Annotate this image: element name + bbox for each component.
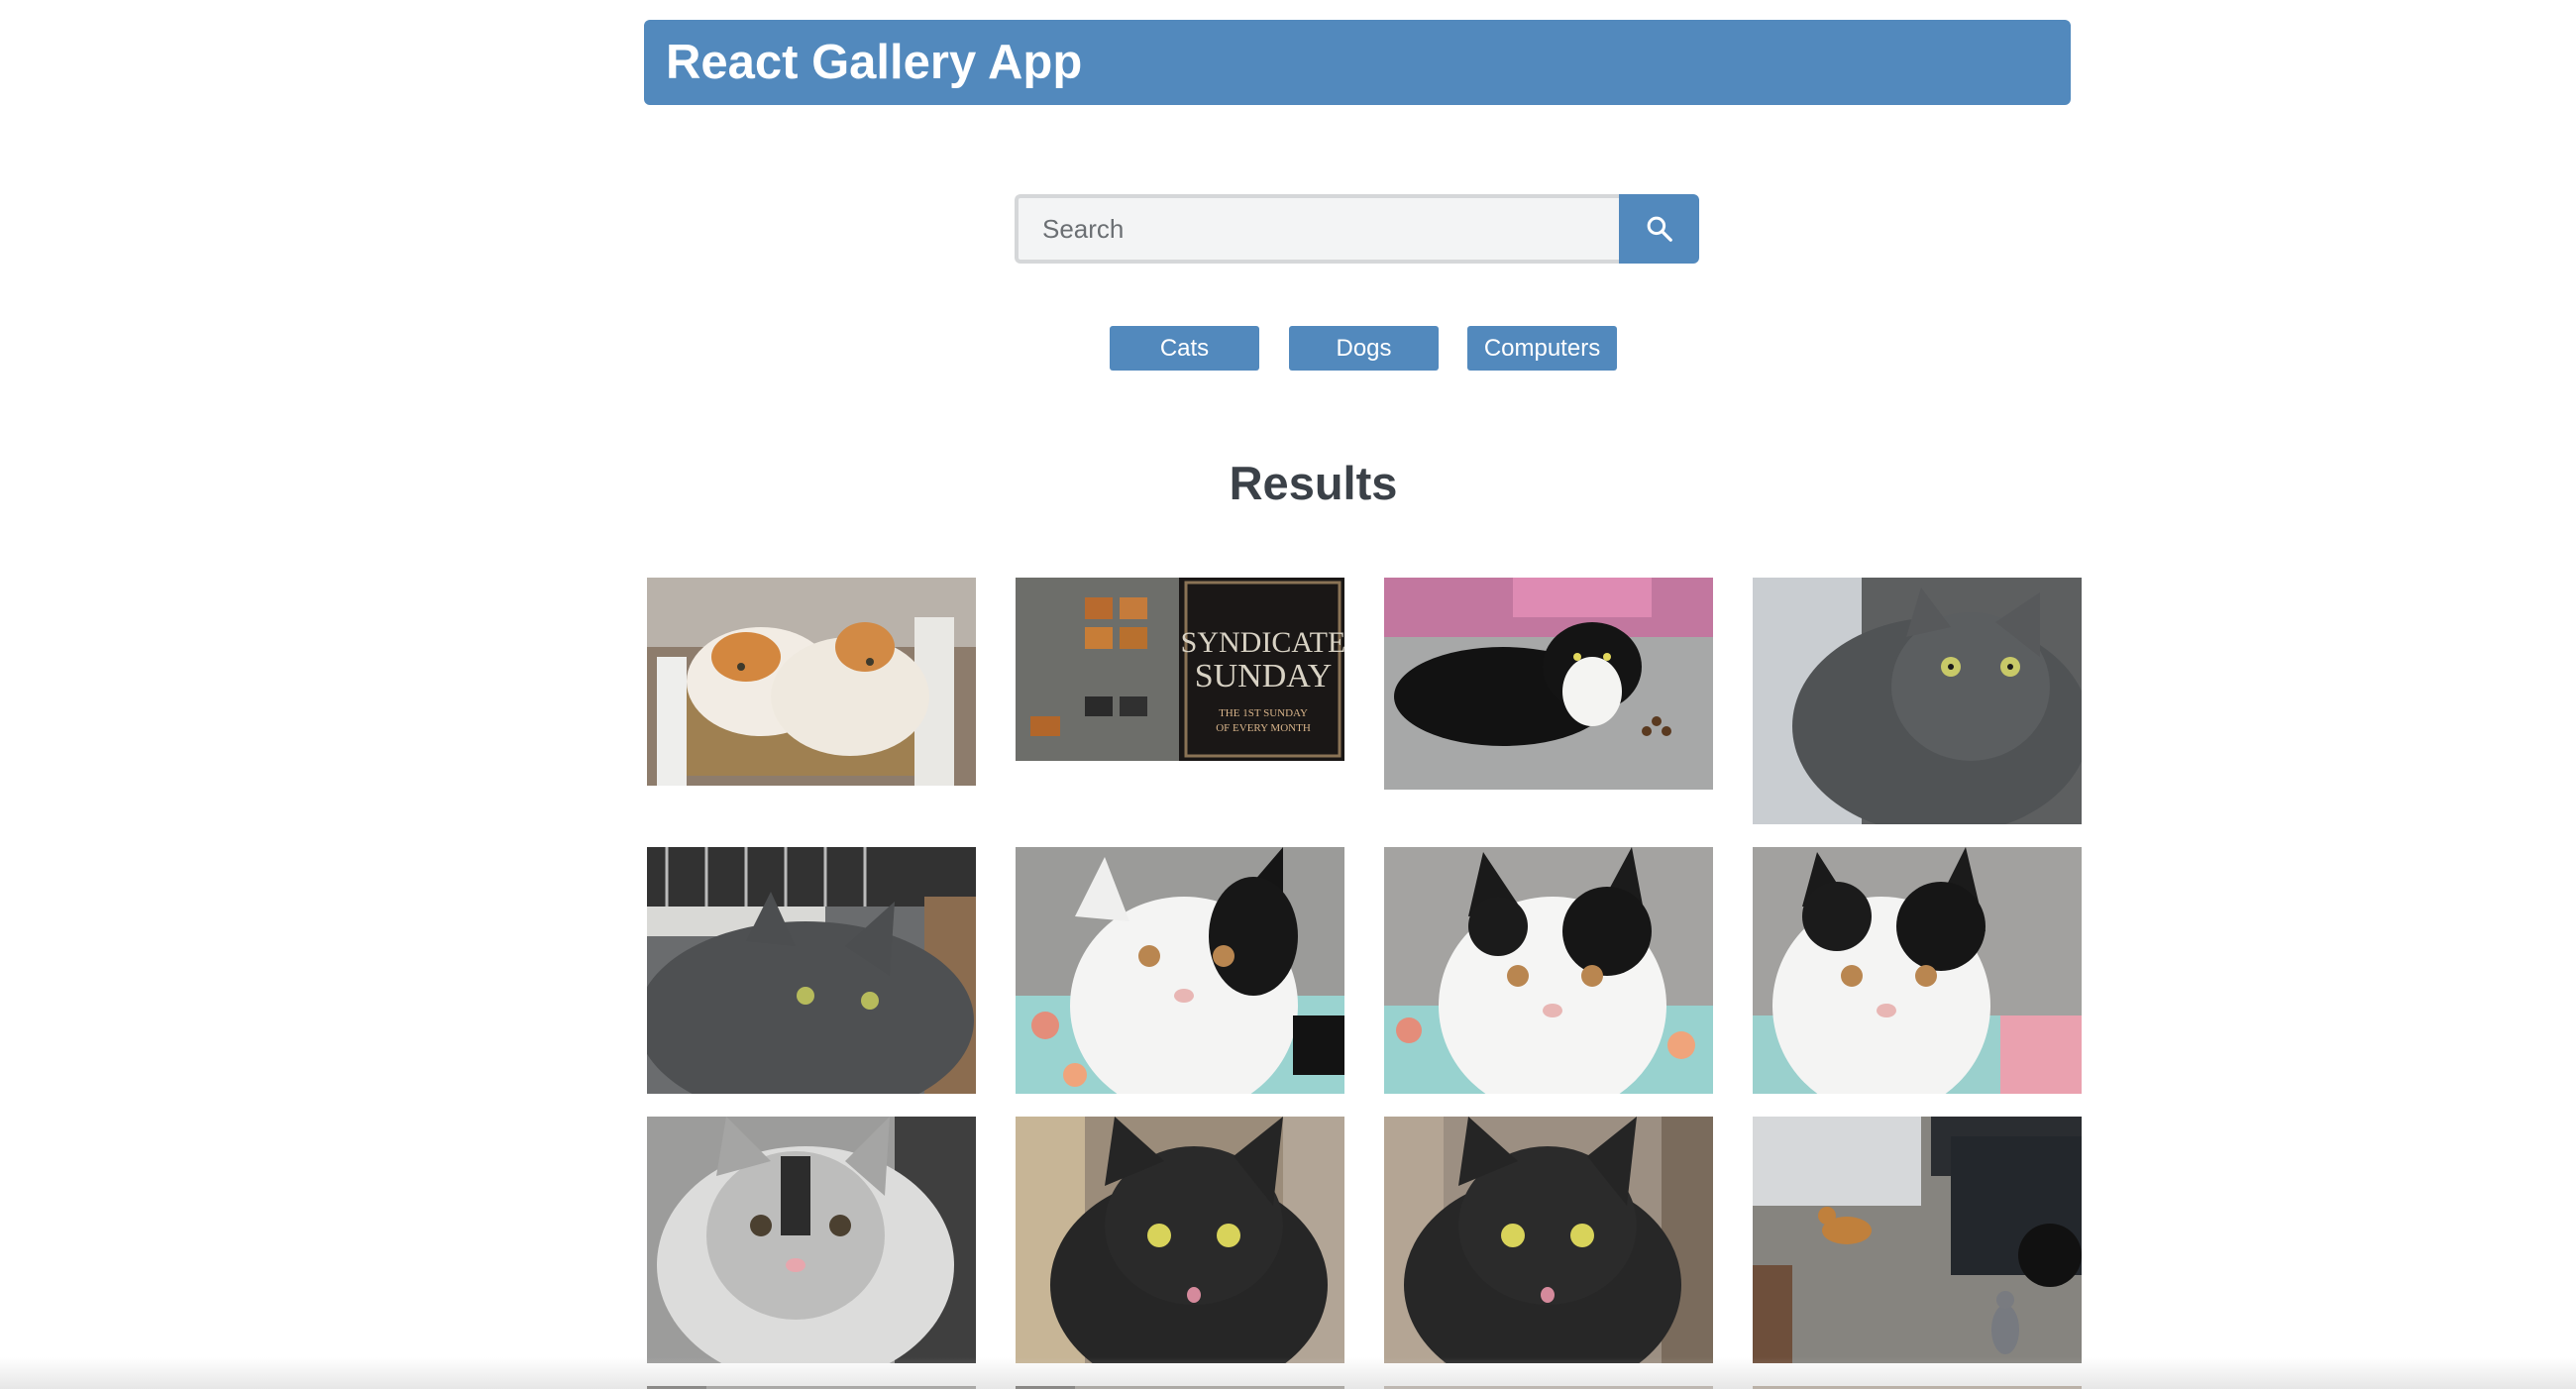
gallery-photo[interactable] [647, 847, 976, 1094]
page: React Gallery App Cats Dogs Computers Re… [0, 0, 2576, 1389]
svg-text:OF EVERY MONTH: OF EVERY MONTH [1216, 722, 1311, 734]
svg-text:SYNDICATE: SYNDICATE [1181, 626, 1344, 659]
gallery-photo[interactable] [1384, 578, 1713, 790]
search-icon [1647, 216, 1672, 242]
results-heading: Results [1229, 457, 1398, 509]
gallery-photo[interactable] [1016, 847, 1344, 1094]
gallery-photo[interactable] [1016, 1117, 1344, 1363]
gallery-photo[interactable] [647, 1117, 976, 1363]
nav-cats-button[interactable]: Cats [1110, 326, 1259, 371]
gallery-photo[interactable] [647, 578, 976, 786]
gallery-photo[interactable] [1384, 1117, 1713, 1363]
gallery-photo[interactable]: SYNDICATE SUNDAY THE 1ST SUNDAY OF EVERY… [1016, 578, 1344, 761]
gallery-photo[interactable] [1384, 847, 1713, 1094]
svg-text:THE 1ST SUNDAY: THE 1ST SUNDAY [1219, 707, 1308, 719]
nav-computers-button[interactable]: Computers [1467, 326, 1617, 371]
search-button[interactable] [1619, 194, 1699, 264]
search-form [1015, 194, 1699, 264]
app-header: React Gallery App [644, 20, 2071, 105]
gallery-photo[interactable] [1753, 578, 2082, 824]
search-input[interactable] [1015, 194, 1621, 264]
nav-dogs-button[interactable]: Dogs [1289, 326, 1439, 371]
topic-nav: Cats Dogs Computers [0, 326, 2576, 371]
gallery-photo[interactable] [1753, 1117, 2082, 1363]
gallery-photo[interactable] [1753, 847, 2082, 1094]
svg-text:SUNDAY: SUNDAY [1195, 658, 1333, 694]
app-title: React Gallery App [666, 36, 1083, 89]
